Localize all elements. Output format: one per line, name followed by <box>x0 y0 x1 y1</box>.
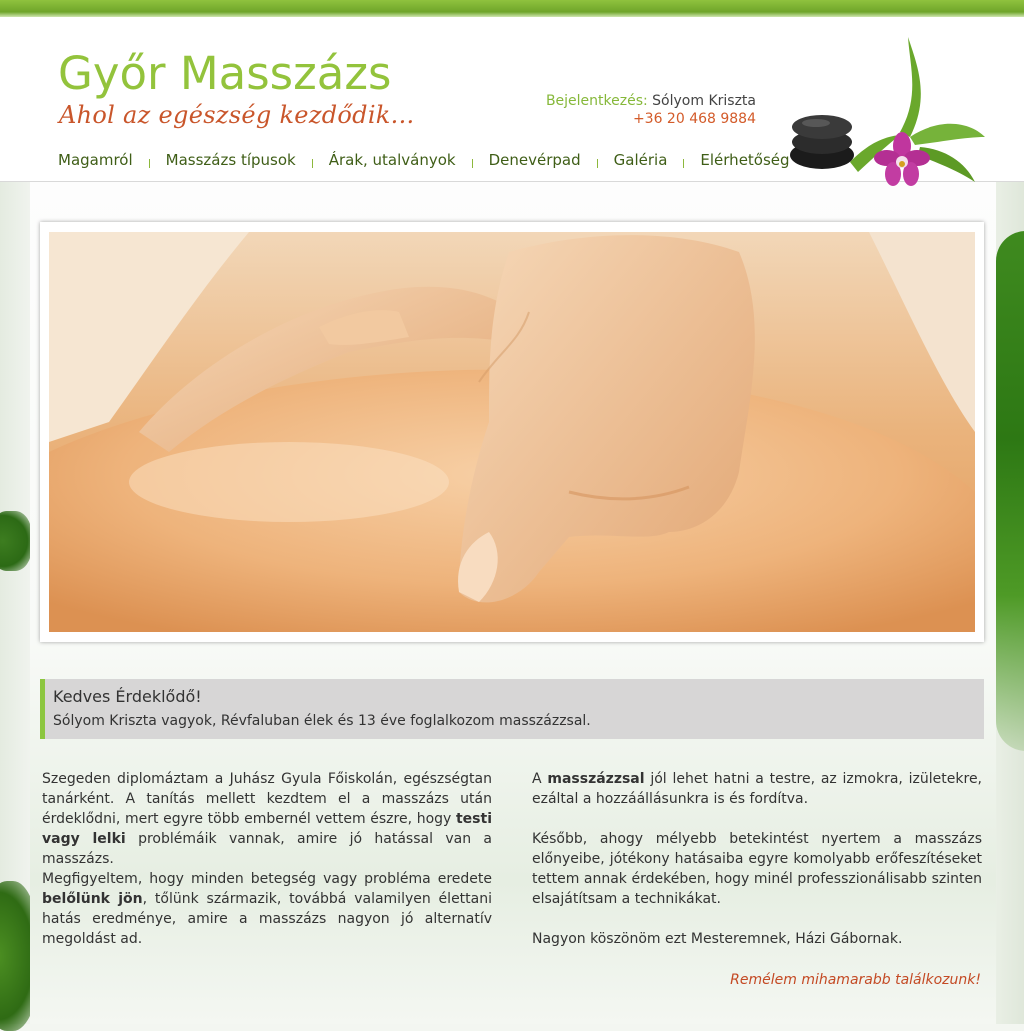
login-link[interactable]: Bejelentkezés: <box>546 93 648 109</box>
right-paragraph-2: Később, ahogy mélyebb betekintést nyerte… <box>532 831 982 907</box>
nav-separator <box>683 158 685 168</box>
text: A <box>532 771 548 787</box>
left-decoration <box>0 181 40 1031</box>
hero-massage-image <box>49 232 975 632</box>
nav-item-prices[interactable]: Árak, utalványok <box>329 151 456 169</box>
emphasis: belőlünk jön <box>42 891 143 907</box>
nav-separator <box>311 158 313 168</box>
nav-separator <box>471 158 473 168</box>
nav-item-denevérpad[interactable]: Denevérpad <box>489 151 581 169</box>
text: Megfigyeltem, hogy minden betegség vagy … <box>42 871 492 887</box>
right-decoration <box>996 181 1024 1024</box>
nav-separator <box>596 158 598 168</box>
login-user-name: Sólyom Kriszta <box>652 93 756 109</box>
site-header: Győr Masszázs Ahol az egészség kezdődik.… <box>0 17 1024 186</box>
nav-item-magamrol[interactable]: Magamról <box>58 151 133 169</box>
top-accent-bar <box>0 0 1024 17</box>
left-paragraph-1: Szegeden diplomáztam a Juhász Gyula Főis… <box>42 769 492 869</box>
greeting-box: Kedves Érdeklődő! Sólyom Kriszta vagyok,… <box>40 679 984 739</box>
phone-number[interactable]: +36 20 468 9884 <box>546 110 756 128</box>
right-paragraph-3: Nagyon köszönöm ezt Mesteremnek, Házi Gá… <box>532 931 903 947</box>
main-navigation: Magamról Masszázs típusok Árak, utalvány… <box>58 151 790 169</box>
greeting-text: Sólyom Kriszta vagyok, Révfaluban élek é… <box>53 713 591 729</box>
nav-item-gallery[interactable]: Galéria <box>614 151 668 169</box>
intro-left-column: Szegeden diplomáztam a Juhász Gyula Főis… <box>42 769 492 949</box>
left-paragraph-2: Megfigyeltem, hogy minden betegség vagy … <box>42 869 492 949</box>
greeting-title: Kedves Érdeklődő! <box>53 687 202 706</box>
hero-image-frame <box>40 222 984 642</box>
text: Szegeden diplomáztam a Juhász Gyula Főis… <box>42 771 492 827</box>
nav-item-massage-types[interactable]: Masszázs típusok <box>166 151 296 169</box>
stones-orchid-decoration <box>790 37 985 186</box>
nav-separator <box>148 158 150 168</box>
site-logo-title[interactable]: Győr Masszázs <box>58 47 391 100</box>
site-tagline: Ahol az egészség kezdődik... <box>59 101 415 129</box>
intro-right-column: A masszázzsal jól lehet hatni a testre, … <box>532 769 982 949</box>
closing-text: Remélem mihamarabb találkozunk! <box>730 972 981 988</box>
emphasis: masszázzsal <box>547 771 645 787</box>
right-paragraph-1: A masszázzsal jól lehet hatni a testre, … <box>532 769 982 809</box>
nav-item-contact[interactable]: Elérhetőség <box>700 151 789 169</box>
contact-info: Bejelentkezés: Sólyom Kriszta +36 20 468… <box>546 92 756 128</box>
